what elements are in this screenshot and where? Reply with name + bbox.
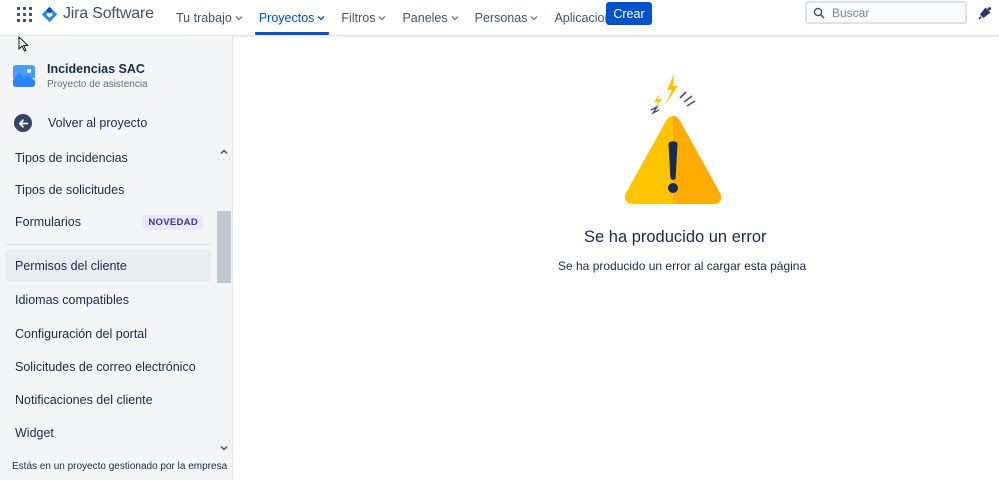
search-input[interactable] (832, 5, 952, 20)
project-name: Incidencias SAC (47, 62, 145, 76)
chevron-down-icon (378, 16, 386, 21)
back-label: Volver al proyecto (48, 116, 148, 130)
nav-label: Personas (474, 11, 528, 25)
settings-menu: Tipos de incidencias Tipos de solicitude… (0, 145, 216, 455)
sidebar-item-label: Formularios (15, 215, 81, 229)
sidebar-item-label: Notificaciones del cliente (15, 393, 153, 407)
sidebar-item-label: Tipos de incidencias (15, 151, 128, 165)
sidebar-item-tipos-de-incidencias[interactable]: Tipos de incidencias (6, 145, 211, 174)
chevron-down-icon (235, 16, 243, 21)
sidebar-item-label: Idiomas compatibles (15, 293, 129, 307)
sidebar-item-notificaciones-del-cliente[interactable]: Notificaciones del cliente (6, 384, 211, 416)
back-to-project-link[interactable]: Volver al proyecto (14, 114, 147, 132)
top-navigation: Jira Software Tu trabajo Proyectos Filtr… (0, 0, 999, 36)
mouse-cursor-icon (18, 36, 29, 52)
error-title: Se ha producido un error (584, 228, 767, 246)
sidebar-item-formularios[interactable]: Formularios NOVEDAD (6, 206, 211, 238)
sidebar-item-label: Widget (15, 426, 54, 440)
chevron-down-icon[interactable] (219, 443, 229, 453)
arrow-left-icon (14, 114, 32, 132)
nav-paneles[interactable]: Paneles (394, 0, 466, 36)
sidebar-item-label: Solicitudes de correo electrónico (15, 360, 196, 374)
sidebar-item-solicitudes-de-correo[interactable]: Solicitudes de correo electrónico (6, 351, 211, 383)
nav-proyectos[interactable]: Proyectos (251, 0, 334, 36)
nav-label: Tu trabajo (176, 11, 232, 25)
scrollbar-thumb[interactable] (217, 211, 231, 283)
sidebar-item-idiomas-compatibles[interactable]: Idiomas compatibles (6, 284, 211, 316)
app-name: Jira Software (63, 5, 154, 22)
sidebar-item-widget[interactable]: Widget (6, 417, 211, 449)
sidebar-item-permisos-del-cliente[interactable]: Permisos del cliente (6, 250, 211, 282)
error-message: Se ha producido un error al cargar esta … (558, 259, 807, 273)
app-switcher-icon[interactable] (17, 7, 32, 22)
chevron-down-icon (530, 16, 538, 21)
project-avatar-icon (13, 65, 35, 87)
create-button[interactable]: Crear (606, 2, 652, 25)
sidebar-item-label: Permisos del cliente (15, 259, 127, 273)
chevron-down-icon (451, 16, 459, 21)
chevron-up-icon[interactable] (219, 147, 229, 157)
sidebar-item-label: Tipos de solicitudes (15, 183, 125, 197)
project-type: Proyecto de asistencia (47, 79, 148, 90)
sidebar-item-configuracion-del-portal[interactable]: Configuración del portal (6, 318, 211, 350)
main-nav: Tu trabajo Proyectos Filtros Paneles Per… (168, 0, 644, 36)
nav-personas[interactable]: Personas (467, 0, 547, 36)
search-box[interactable] (805, 1, 967, 24)
sidebar-scrollbar[interactable] (216, 145, 232, 455)
chevron-down-icon (317, 16, 325, 21)
nav-tu-trabajo[interactable]: Tu trabajo (168, 0, 251, 36)
notifications-icon[interactable] (977, 5, 993, 21)
jira-logo[interactable]: Jira Software (41, 5, 154, 23)
nav-filtros[interactable]: Filtros (333, 0, 394, 36)
sidebar-item-tipos-de-solicitudes[interactable]: Tipos de solicitudes (6, 174, 211, 206)
search-icon (813, 7, 825, 19)
sidebar-item-label: Configuración del portal (15, 327, 148, 341)
nav-label: Filtros (341, 11, 376, 25)
warning-illustration-icon (624, 74, 722, 204)
nav-label: Proyectos (258, 11, 315, 25)
sidebar-footer: Estás en un proyecto gestionado por la e… (12, 461, 228, 472)
jira-logo-icon (41, 6, 58, 22)
menu-divider (6, 244, 211, 245)
new-badge: NOVEDAD (143, 215, 203, 230)
nav-label: Paneles (402, 11, 448, 25)
project-header[interactable]: Incidencias SAC Proyecto de asistencia (13, 62, 148, 90)
